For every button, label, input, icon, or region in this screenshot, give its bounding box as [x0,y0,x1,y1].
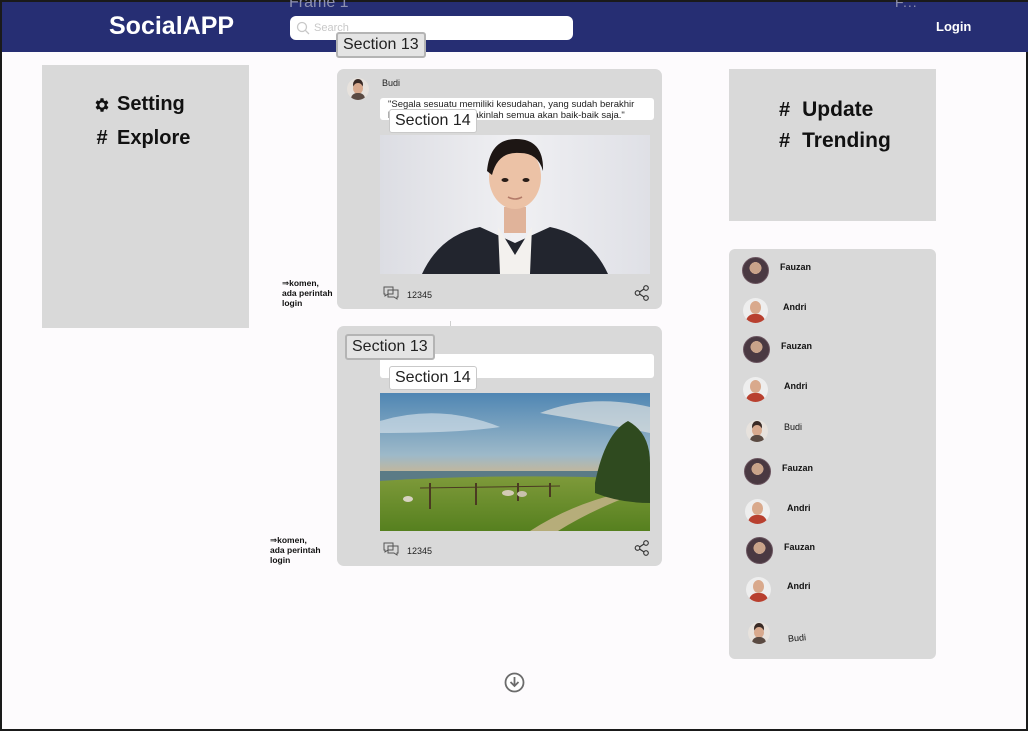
search-box[interactable] [290,16,573,40]
user-name: Andri [783,301,807,312]
search-icon [296,21,310,35]
share-icon[interactable] [634,540,650,556]
menu-item-setting[interactable]: Setting [91,93,185,116]
user-name: Budi [787,632,807,644]
user-list-item[interactable]: Andri [745,499,811,524]
login-button[interactable]: Login [936,19,971,34]
section-label: Section 13 [345,334,435,360]
avatar [743,377,768,402]
user-name: Andri [784,380,808,391]
section-label: Section 13 [336,32,426,58]
note-line: login [282,298,303,308]
user-name: Fauzan [780,261,812,272]
post-card: 12345 [337,326,662,566]
user-list-item[interactable]: Andri [746,577,811,602]
user-name: Budi [784,422,803,432]
avatar [745,499,770,524]
note-line: ada perintah [270,545,321,555]
avatar [744,458,771,485]
comment-button[interactable]: 12345 [383,542,432,556]
note-line: login [270,555,291,565]
hash-icon: # [779,130,791,152]
hash-icon: # [779,99,791,121]
comment-button[interactable]: 12345 [383,286,432,300]
app-logo[interactable]: SocialAPP [109,12,234,41]
user-name: Fauzan [784,541,816,552]
tag-trending[interactable]: # Trending [779,129,891,153]
tag-update[interactable]: # Update [779,98,873,122]
user-list-item[interactable]: Budi [746,420,802,442]
user-list-item[interactable]: Fauzan [744,458,813,485]
section-label: Section 14 [389,366,477,390]
menu-item-explore[interactable]: # Explore [91,127,190,150]
annotation-note: ⇒komen, ada perintah login [270,535,321,565]
top-navigation-bar: SocialAPP Frame 1 F... Login [2,0,1028,52]
user-list-item[interactable]: Fauzan [743,336,812,363]
user-name: Fauzan [781,340,813,351]
note-line: ada perintah [282,288,333,298]
left-menu-panel: Setting # Explore [42,65,249,328]
avatar [746,577,771,602]
note-line: ⇒komen, [270,535,307,545]
post-username[interactable]: Budi [382,78,400,88]
menu-item-label: Setting [117,93,185,115]
post-image-portrait[interactable] [380,135,650,274]
avatar[interactable] [347,78,369,100]
comment-icon [383,286,399,300]
annotation-note: ⇒komen, ada perintah login [282,278,333,308]
post-image-landscape[interactable] [380,393,650,531]
tag-label: Trending [802,129,891,152]
avatar [742,257,769,284]
section-label: Section 14 [389,109,477,133]
trending-tags-panel: # Update # Trending [729,69,936,221]
menu-item-label: Explore [117,127,191,149]
user-name: Andri [787,502,811,513]
comment-icon [383,542,399,556]
user-list-item[interactable]: Andri [743,377,808,402]
hash-icon: # [96,127,108,149]
user-list-item[interactable]: Fauzan [742,257,811,284]
comment-count: 12345 [407,545,433,556]
divider [450,321,451,326]
scroll-down-icon[interactable] [504,672,525,693]
avatar [743,298,768,323]
user-suggestions-panel: Fauzan Andri Fauzan Andri Budi Fauzan An… [729,249,936,659]
post-card: Budi "Segala sesuatu memiliki kesudahan,… [337,69,662,309]
tag-label: Update [802,98,874,121]
user-name: Fauzan [782,462,814,473]
user-list-item[interactable]: Fauzan [746,537,815,564]
gear-icon [91,96,113,114]
frame-label-secondary: F... [895,0,918,10]
avatar [746,537,773,564]
note-line: ⇒komen, [282,278,319,288]
frame-label: Frame 1 [289,0,349,11]
avatar [748,622,770,644]
user-name: Andri [787,580,811,591]
avatar [743,336,770,363]
comment-count: 12345 [407,289,433,300]
user-list-item[interactable]: Budi [748,622,806,644]
user-list-item[interactable]: Andri [743,298,807,323]
share-icon[interactable] [634,285,650,301]
avatar [746,420,768,442]
